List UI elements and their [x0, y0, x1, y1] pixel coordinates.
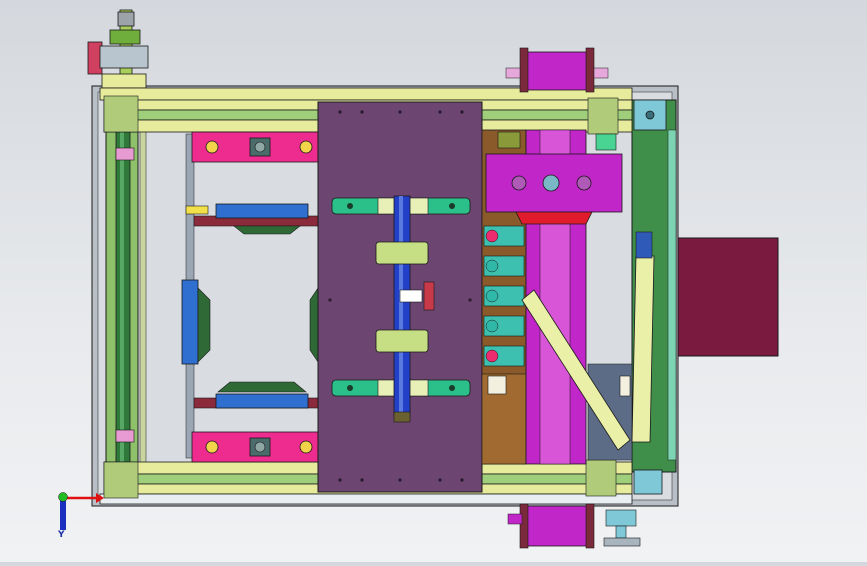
left-rod-highlight [120, 130, 124, 470]
machine-assembly-drawing [58, 9, 779, 549]
rod-flange [423, 281, 435, 311]
rod-coupler-upper [375, 241, 429, 265]
coordinate-triad-icon [58, 492, 104, 530]
fitting-mint [595, 133, 617, 151]
yellow-clip [185, 205, 209, 215]
left-bearing-bottom [115, 429, 135, 443]
rail-end-bottom-left [103, 461, 139, 499]
rod-end-cap [393, 411, 411, 423]
top-spindle-bracket [99, 45, 149, 69]
violet-cylinder-top [525, 51, 589, 91]
yellow-strut [631, 255, 655, 443]
violet-cylinder-top-pin-r [593, 67, 609, 79]
green-guide-left [197, 287, 211, 363]
violet-cylinder-bottom-pin-l [507, 513, 523, 525]
axis-y-label: Y [58, 530, 65, 540]
violet-cylinder-bottom [525, 505, 589, 547]
top-spindle-collar [109, 29, 141, 45]
left-inner-rail [139, 129, 147, 471]
blue-sensor [635, 231, 653, 259]
corner-bolt-top [645, 110, 655, 120]
fitting-olive [497, 131, 521, 149]
right-corner-block-bottom [633, 469, 663, 495]
bottom-valve-stem [615, 525, 627, 539]
bottom-valve-base [603, 537, 641, 547]
blue-bracket-side [181, 279, 199, 365]
right-column-light [667, 129, 677, 461]
violet-cylinder-bottom-flange-r [585, 503, 595, 549]
violet-cylinder-bottom-flange-l [519, 503, 529, 549]
rail-end-bottom-right [585, 459, 617, 497]
left-bearing-top [115, 147, 135, 161]
cad-viewport[interactable]: Y [0, 0, 867, 562]
central-rod-highlight [399, 196, 403, 416]
rail-end-top-right [587, 97, 619, 135]
rod-coupler-lower [375, 329, 429, 353]
violet-cylinder-top-flange-r [585, 47, 595, 93]
bottom-rail-outer [99, 493, 633, 505]
violet-cylinder-top-pin-l [505, 67, 521, 79]
top-spindle-bracket-lower [101, 73, 147, 89]
rod-pin [399, 289, 423, 303]
green-guide-top [233, 225, 301, 235]
top-spindle-cap [117, 11, 135, 27]
rail-end-top-left [103, 95, 139, 133]
green-guide-bottom [217, 381, 307, 393]
blue-bracket-top [215, 203, 309, 219]
green-guide-right [309, 287, 319, 363]
red-block [515, 211, 593, 225]
bottom-valve [605, 509, 637, 527]
blue-bracket-bottom [215, 393, 309, 409]
violet-cylinder-top-flange-l [519, 47, 529, 93]
